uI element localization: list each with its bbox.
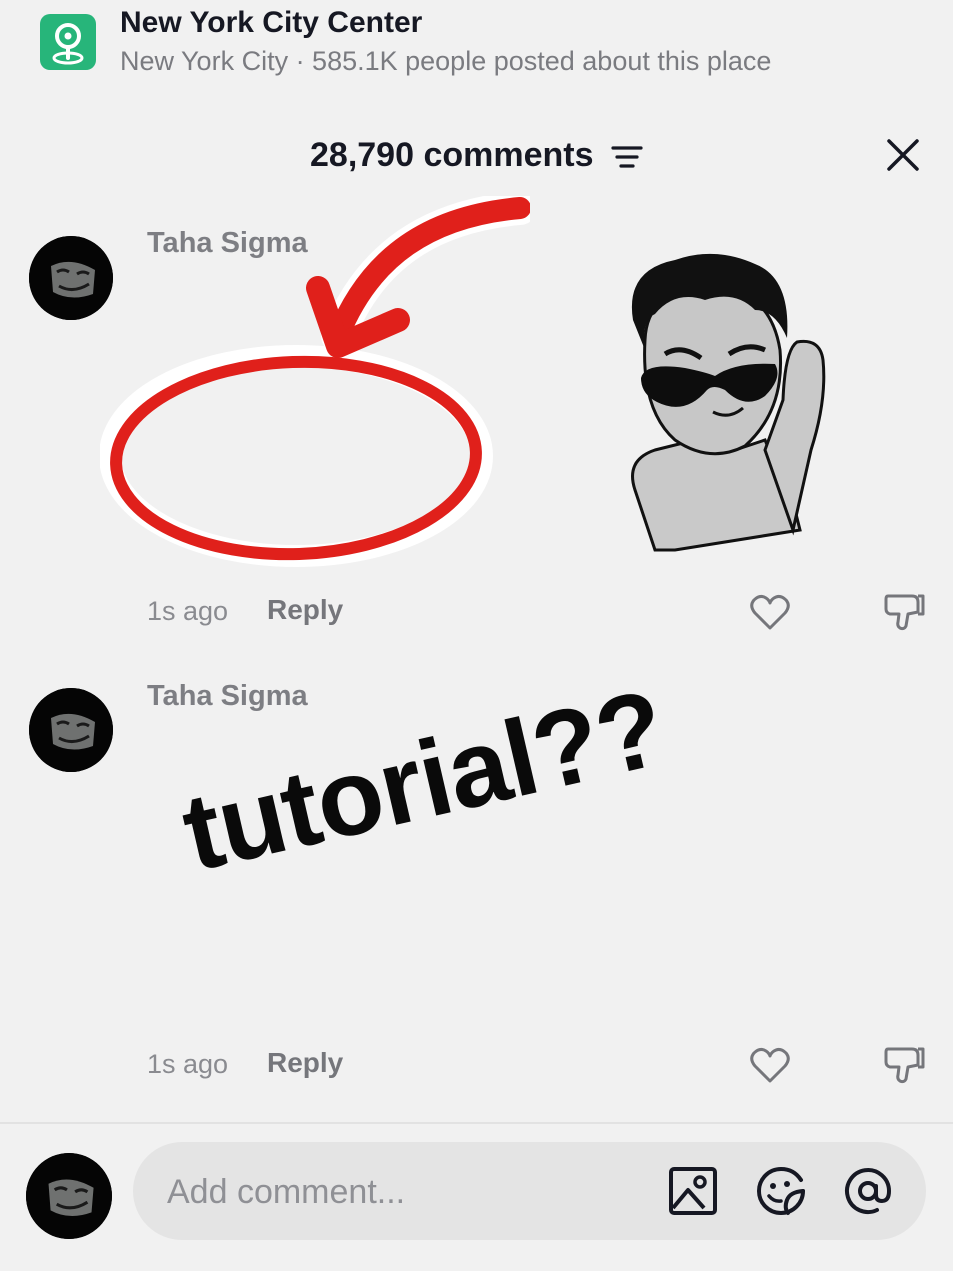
- current-user-avatar[interactable]: [26, 1153, 112, 1239]
- comment-username[interactable]: Taha Sigma: [147, 680, 308, 713]
- location-pin-icon: [52, 23, 84, 65]
- divider: [0, 1122, 953, 1124]
- avatar[interactable]: [29, 688, 113, 772]
- sunglasses-cartoon-sticker: [631, 253, 826, 552]
- filter-icon[interactable]: [610, 142, 644, 172]
- emoji-sticker-icon[interactable]: [754, 1164, 808, 1218]
- red-circle-arrow-sticker: [100, 196, 530, 567]
- location-subtitle: New York City · 585.1K people posted abo…: [120, 46, 772, 76]
- location-title[interactable]: New York City Center: [120, 6, 422, 40]
- comment-timestamp: 1s ago: [147, 1049, 229, 1079]
- image-icon[interactable]: [666, 1164, 720, 1218]
- reply-button[interactable]: Reply: [267, 1047, 343, 1079]
- heart-icon[interactable]: [748, 1043, 792, 1087]
- troll-face-avatar-icon: [29, 688, 113, 772]
- dislike-icon[interactable]: [882, 590, 926, 634]
- reply-button[interactable]: Reply: [267, 594, 343, 626]
- troll-face-avatar-icon: [26, 1153, 112, 1239]
- heart-icon[interactable]: [748, 590, 792, 634]
- location-icon: [40, 14, 96, 70]
- comment-timestamp: 1s ago: [147, 596, 229, 626]
- add-comment-input[interactable]: [165, 1142, 639, 1242]
- close-icon[interactable]: [882, 134, 924, 176]
- dislike-icon[interactable]: [882, 1043, 926, 1087]
- mention-at-icon[interactable]: [841, 1164, 895, 1218]
- comment-composer: [133, 1142, 926, 1242]
- comments-count-title: 28,790 comments: [310, 136, 594, 174]
